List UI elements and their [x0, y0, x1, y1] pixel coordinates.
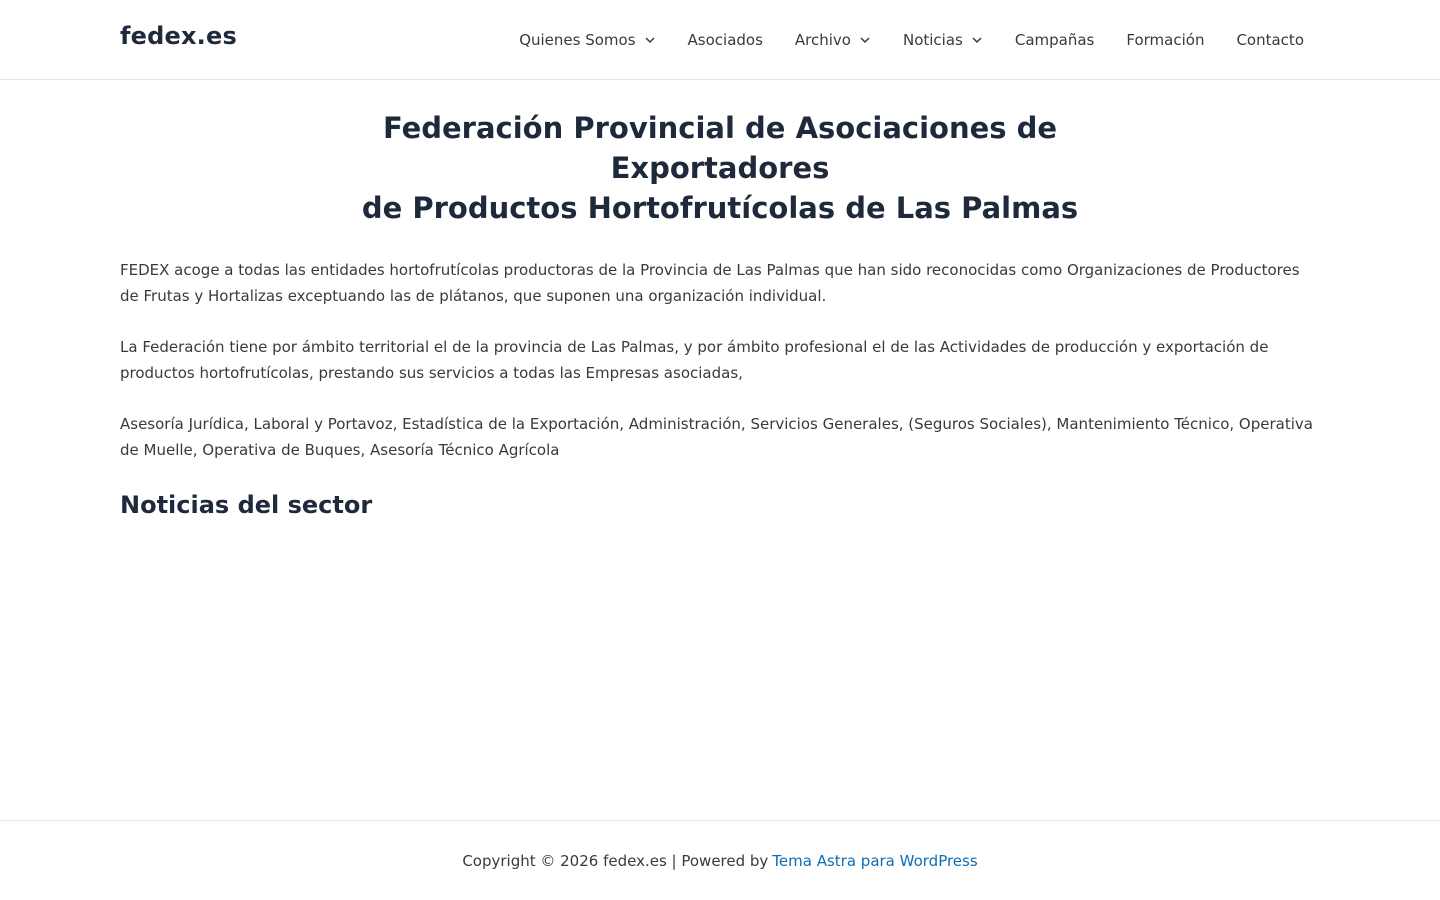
nav-item-asociados[interactable]: Asociados: [688, 31, 763, 49]
nav-item-contacto[interactable]: Contacto: [1236, 31, 1304, 49]
nav-item-label: Noticias: [902, 31, 963, 49]
nav-item-noticias[interactable]: Noticias: [903, 31, 983, 49]
primary-nav: Quienes Somos Asociados Archivo Noticias…: [519, 0, 1304, 80]
nav-item-quienes-somos[interactable]: Quienes Somos: [519, 31, 655, 49]
theme-credit-link[interactable]: Tema Astra para WordPress: [772, 852, 977, 870]
site-footer: Copyright © 2026 fedex.es | Powered by T…: [0, 820, 1440, 900]
page-title: Federación Provincial de Asociaciones de…: [290, 108, 1150, 228]
page-title-line-2: de Productos Hortofrutícolas de Las Palm…: [361, 191, 1079, 225]
nav-item-label: Campañas: [1014, 31, 1095, 49]
nav-item-archivo[interactable]: Archivo: [795, 31, 871, 49]
nav-item-label: Contacto: [1236, 31, 1304, 49]
nav-item-campanas[interactable]: Campañas: [1015, 31, 1095, 49]
main-content: Federación Provincial de Asociaciones de…: [120, 80, 1320, 539]
nav-item-label: Formación: [1126, 31, 1205, 49]
site-header: fedex.es Quienes Somos Asociados Archivo…: [0, 0, 1440, 80]
site-logo-link[interactable]: fedex.es: [120, 22, 237, 50]
nav-item-formacion[interactable]: Formación: [1126, 31, 1204, 49]
scope-paragraph: La Federación tiene por ámbito territori…: [120, 338, 1269, 382]
chevron-down-icon[interactable]: [859, 34, 871, 46]
copyright-text: Copyright © 2026 fedex.es | Powered by: [462, 851, 769, 870]
page-title-line-1: Federación Provincial de Asociaciones de…: [382, 111, 1058, 185]
chevron-down-icon[interactable]: [644, 34, 656, 46]
news-section-heading: Noticias del sector: [120, 491, 373, 519]
nav-item-label: Quienes Somos: [519, 31, 636, 49]
nav-item-label: Archivo: [794, 31, 851, 49]
chevron-down-icon[interactable]: [971, 34, 983, 46]
services-paragraph: Asesoría Jurídica, Laboral y Portavoz, E…: [120, 415, 1313, 459]
intro-paragraph: FEDEX acoge a todas las entidades hortof…: [120, 261, 1300, 305]
nav-item-label: Asociados: [687, 31, 763, 49]
